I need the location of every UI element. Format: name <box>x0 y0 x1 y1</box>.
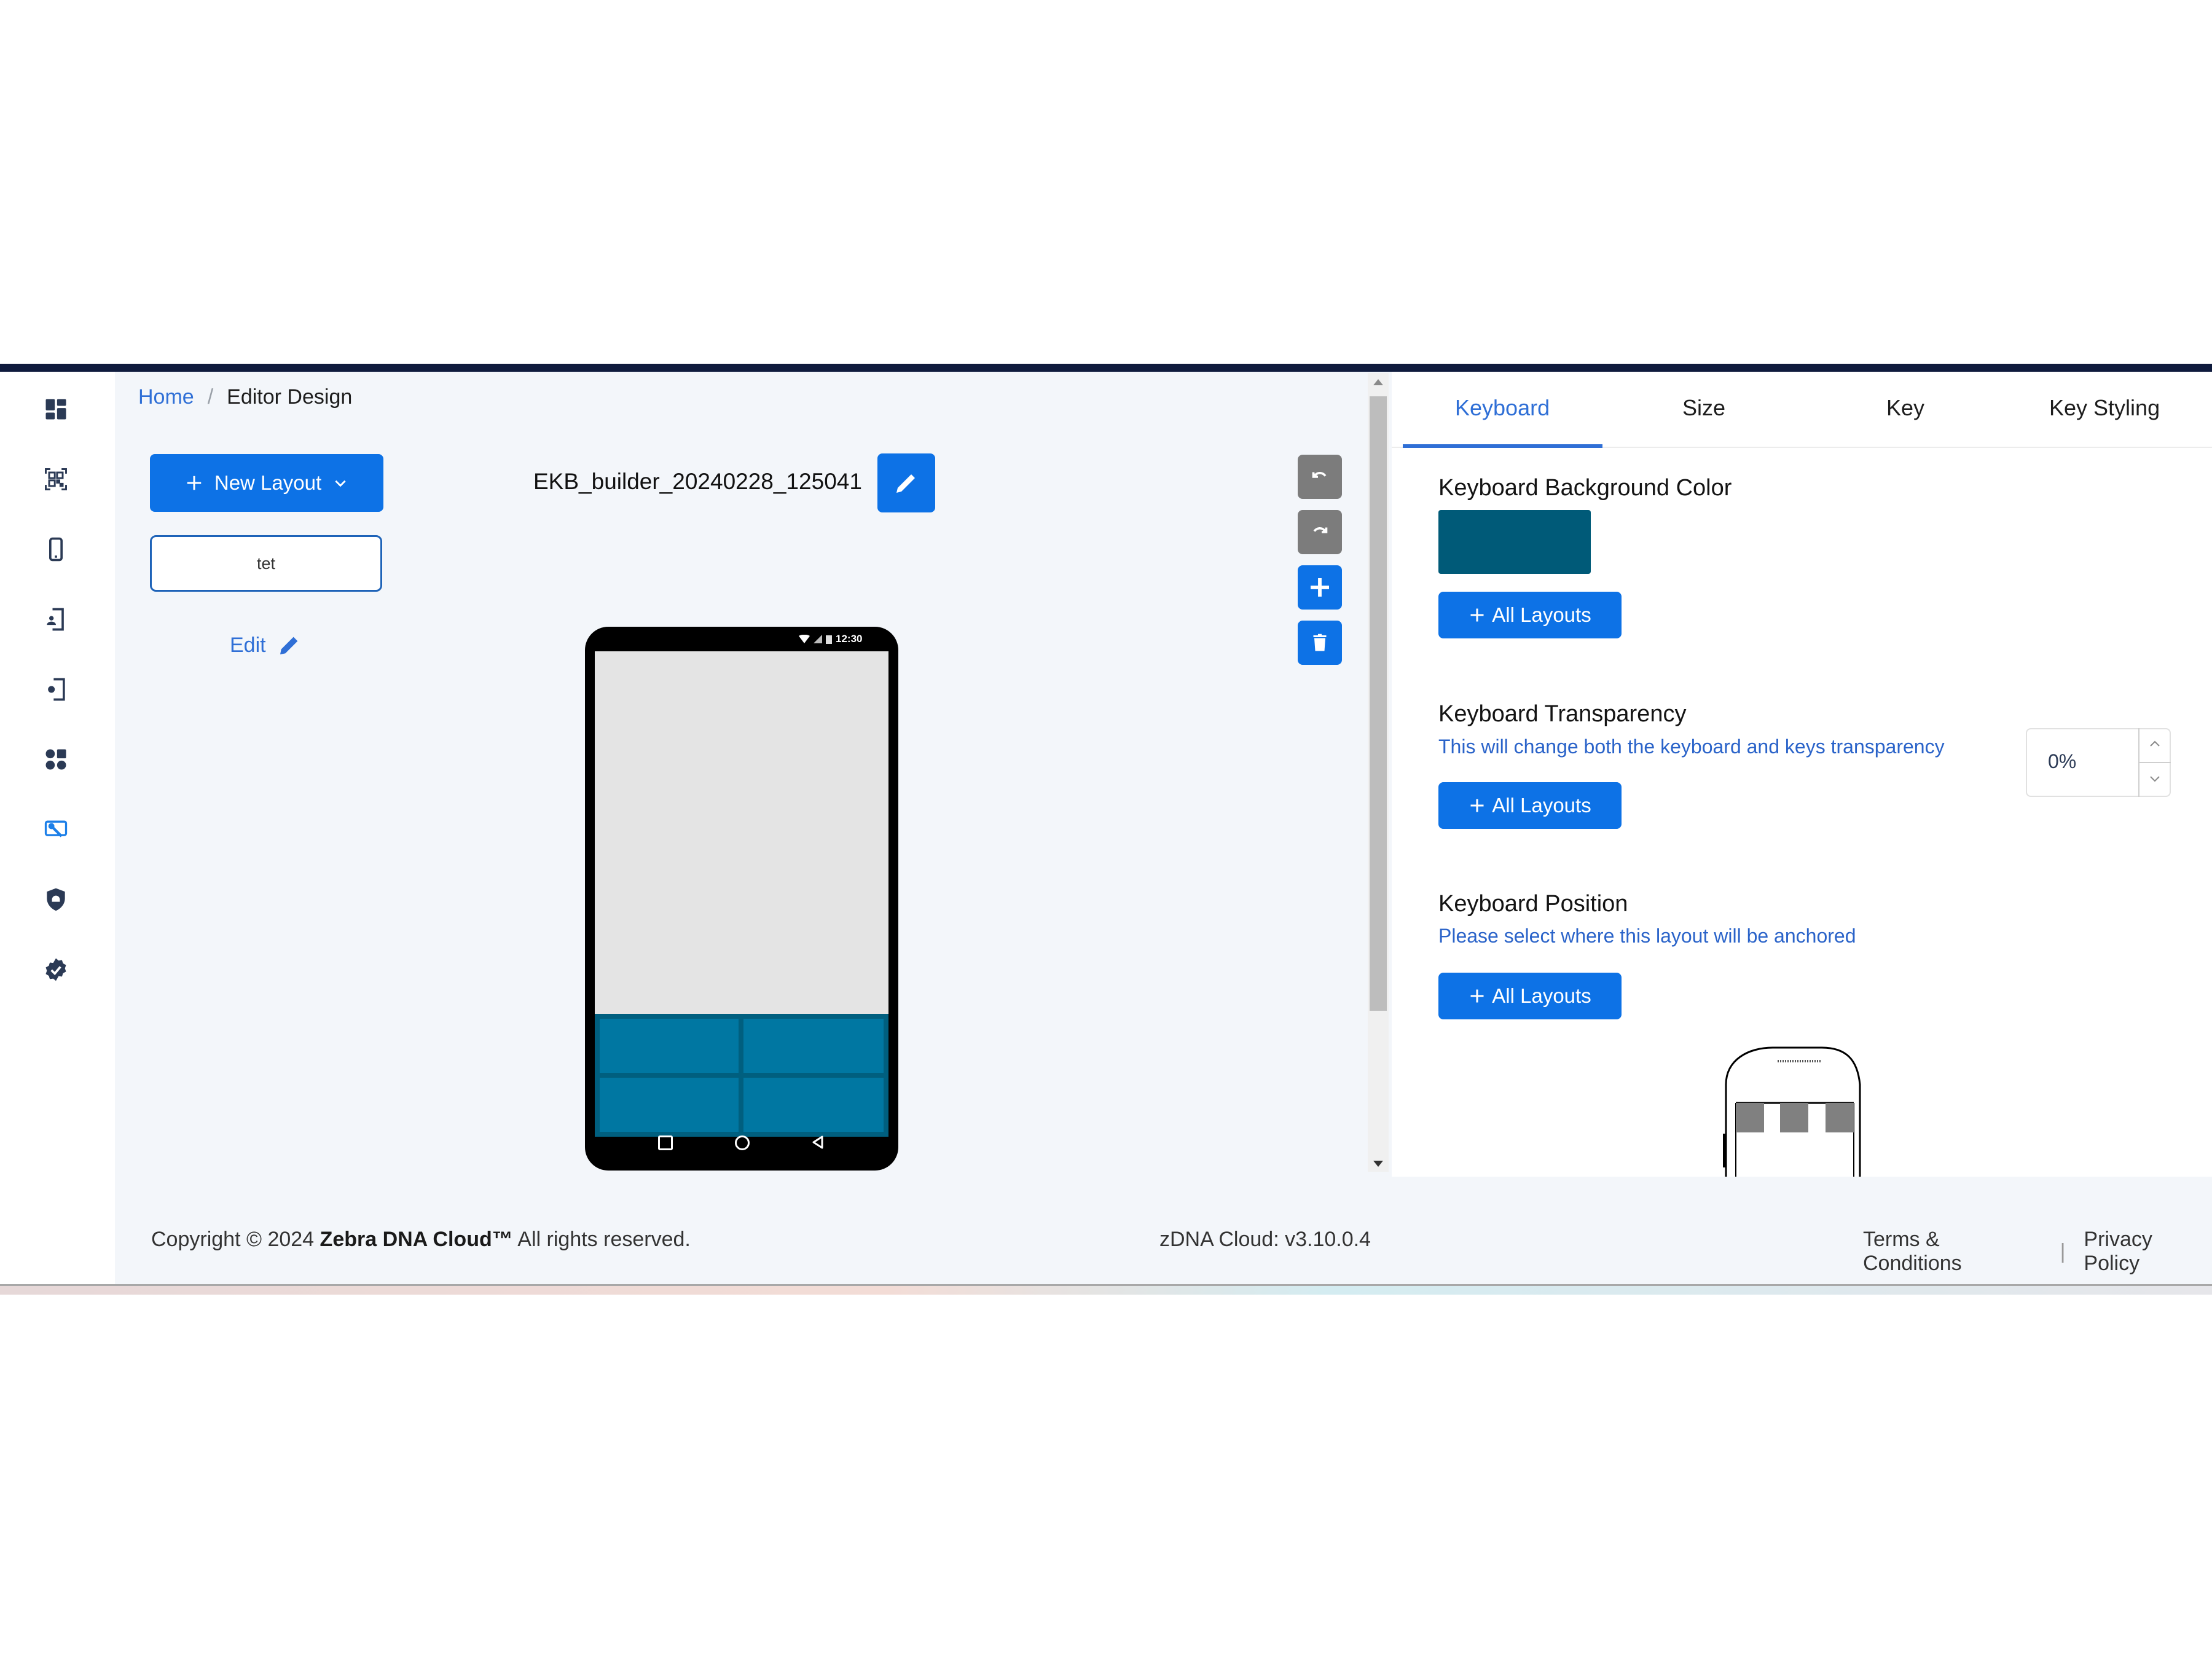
plus-icon <box>1470 608 1484 622</box>
keyboard-key[interactable] <box>743 1019 884 1073</box>
all-layouts-label: All Layouts <box>1492 984 1591 1007</box>
brand-name: Zebra DNA Cloud™ <box>320 1228 513 1251</box>
new-layout-label: New Layout <box>214 471 322 494</box>
position-description: Please select where this layout will be … <box>1438 925 1856 947</box>
recent-apps-icon <box>658 1135 673 1150</box>
device-settings-icon <box>48 678 65 701</box>
sidebar-item-device-settings[interactable] <box>41 674 71 705</box>
copyright-prefix: Copyright © 2024 <box>151 1228 320 1251</box>
top-nav-bar <box>0 364 2212 372</box>
layout-name: EKB_builder_20240228_125041 <box>533 469 862 494</box>
android-shield-icon <box>47 888 65 911</box>
background-color-swatch[interactable] <box>1438 510 1591 574</box>
status-time: 12:30 <box>836 633 863 645</box>
keyboard-design-icon <box>44 820 68 837</box>
background-color-title: Keyboard Background Color <box>1438 475 1732 501</box>
sidebar-item-dashboard[interactable] <box>41 394 71 425</box>
edit-layout-link[interactable]: Edit <box>230 633 302 657</box>
tab-key[interactable]: Key <box>1886 395 1924 421</box>
plus-icon <box>187 476 202 490</box>
scroll-up-arrow[interactable] <box>1373 379 1383 385</box>
sidebar-item-keyboard-design[interactable] <box>41 814 71 845</box>
battery-icon <box>826 635 832 644</box>
barcode-scan-icon <box>45 468 67 490</box>
footer-links: Terms & Conditions | Privacy Policy <box>1863 1228 2212 1276</box>
position-option-right <box>1826 1103 1854 1132</box>
home-icon <box>735 1135 750 1150</box>
dashboard-icon <box>45 399 66 420</box>
transparency-description: This will change both the keyboard and k… <box>1438 735 1945 758</box>
plus-icon <box>1470 989 1484 1003</box>
tab-keyboard[interactable]: Keyboard <box>1455 395 1550 421</box>
footer-divider: | <box>2060 1239 2066 1263</box>
edit-label: Edit <box>230 633 266 657</box>
footer-copyright: Copyright © 2024 Zebra DNA Cloud™ All ri… <box>151 1228 691 1252</box>
copyright-suffix: All rights reserved. <box>512 1228 691 1251</box>
terms-link[interactable]: Terms & Conditions <box>1863 1228 2042 1276</box>
undo-icon <box>1312 472 1327 478</box>
sidebar <box>0 372 115 1284</box>
plus-icon <box>1311 578 1329 597</box>
back-icon <box>812 1135 823 1149</box>
chevron-down-icon <box>335 480 346 487</box>
keyboard-key[interactable] <box>600 1078 739 1132</box>
undo-button[interactable] <box>1298 455 1342 499</box>
position-title: Keyboard Position <box>1438 891 1628 917</box>
scrollbar-thumb[interactable] <box>1370 396 1387 1011</box>
mobile-device-icon <box>49 537 63 562</box>
sidebar-item-android-security[interactable] <box>41 884 71 915</box>
app-container: Home / Editor Design New Layout tet Edit… <box>0 372 2212 1284</box>
keyboard-preview <box>595 1014 888 1137</box>
taskbar-edge <box>0 1284 2212 1295</box>
position-all-layouts-button[interactable]: All Layouts <box>1438 973 1622 1019</box>
phone-status-bar: 12:30 <box>799 633 862 645</box>
transparency-all-layouts-button[interactable]: All Layouts <box>1438 782 1622 829</box>
position-option-center <box>1780 1103 1808 1132</box>
redo-icon <box>1313 527 1328 533</box>
all-layouts-label: All Layouts <box>1492 794 1591 817</box>
keyboard-key[interactable] <box>600 1019 739 1073</box>
breadcrumb-home-link[interactable]: Home <box>138 385 194 409</box>
increment-arrow-icon[interactable] <box>2149 739 2161 748</box>
privacy-link[interactable]: Privacy Policy <box>2084 1228 2212 1276</box>
position-option-left <box>1736 1103 1764 1132</box>
keyboard-position-diagram[interactable] <box>1711 1041 1896 1177</box>
signal-icon <box>814 635 822 643</box>
breadcrumb: Home / Editor Design <box>138 385 352 409</box>
sidebar-item-verified[interactable] <box>41 954 71 985</box>
transparency-title: Keyboard Transparency <box>1438 701 1687 727</box>
all-layouts-label: All Layouts <box>1492 603 1591 626</box>
decrement-arrow-icon[interactable] <box>2149 775 2161 783</box>
sidebar-item-barcode[interactable] <box>41 464 71 495</box>
redo-button[interactable] <box>1298 510 1342 554</box>
delete-key-button[interactable] <box>1298 621 1342 665</box>
trash-icon <box>1313 633 1327 651</box>
verified-badge-icon <box>45 958 66 981</box>
background-all-layouts-button[interactable]: All Layouts <box>1438 592 1622 638</box>
tab-size[interactable]: Size <box>1682 395 1725 421</box>
layout-list-item[interactable]: tet <box>150 535 382 592</box>
breadcrumb-current: Editor Design <box>227 385 353 409</box>
sidebar-item-devices[interactable] <box>41 534 71 565</box>
pencil-icon <box>896 474 915 493</box>
plus-icon <box>1470 799 1484 812</box>
keyboard-key[interactable] <box>743 1078 884 1132</box>
breadcrumb-separator: / <box>207 385 214 409</box>
pencil-icon <box>280 637 297 654</box>
add-key-button[interactable] <box>1298 565 1342 610</box>
active-tab-indicator <box>1403 444 1602 448</box>
phone-screen <box>595 651 888 1014</box>
transparency-spinner[interactable]: 0% <box>2026 728 2171 797</box>
new-layout-button[interactable]: New Layout <box>150 454 383 512</box>
device-user-icon <box>47 608 64 631</box>
footer-version: zDNA Cloud: v3.10.0.4 <box>1159 1228 1371 1251</box>
sidebar-item-device-users[interactable] <box>41 604 71 635</box>
scroll-down-arrow[interactable] <box>1373 1161 1383 1167</box>
sidebar-item-apps[interactable] <box>41 744 71 775</box>
wifi-icon <box>799 635 810 643</box>
rename-layout-button[interactable] <box>877 453 935 512</box>
tab-key-styling[interactable]: Key Styling <box>2049 395 2160 421</box>
transparency-value[interactable]: 0% <box>2048 750 2076 773</box>
apps-icon <box>45 749 66 770</box>
